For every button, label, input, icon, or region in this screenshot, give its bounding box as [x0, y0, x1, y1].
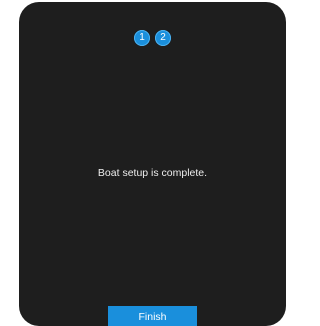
step-indicator: 1 2 — [19, 30, 286, 46]
step-2-badge: 2 — [155, 30, 171, 46]
step-1-badge: 1 — [134, 30, 150, 46]
finish-button[interactable]: Finish — [108, 306, 197, 326]
completion-message: Boat setup is complete. — [97, 167, 208, 179]
setup-panel: 1 2 Boat setup is complete. Finish — [19, 2, 286, 326]
